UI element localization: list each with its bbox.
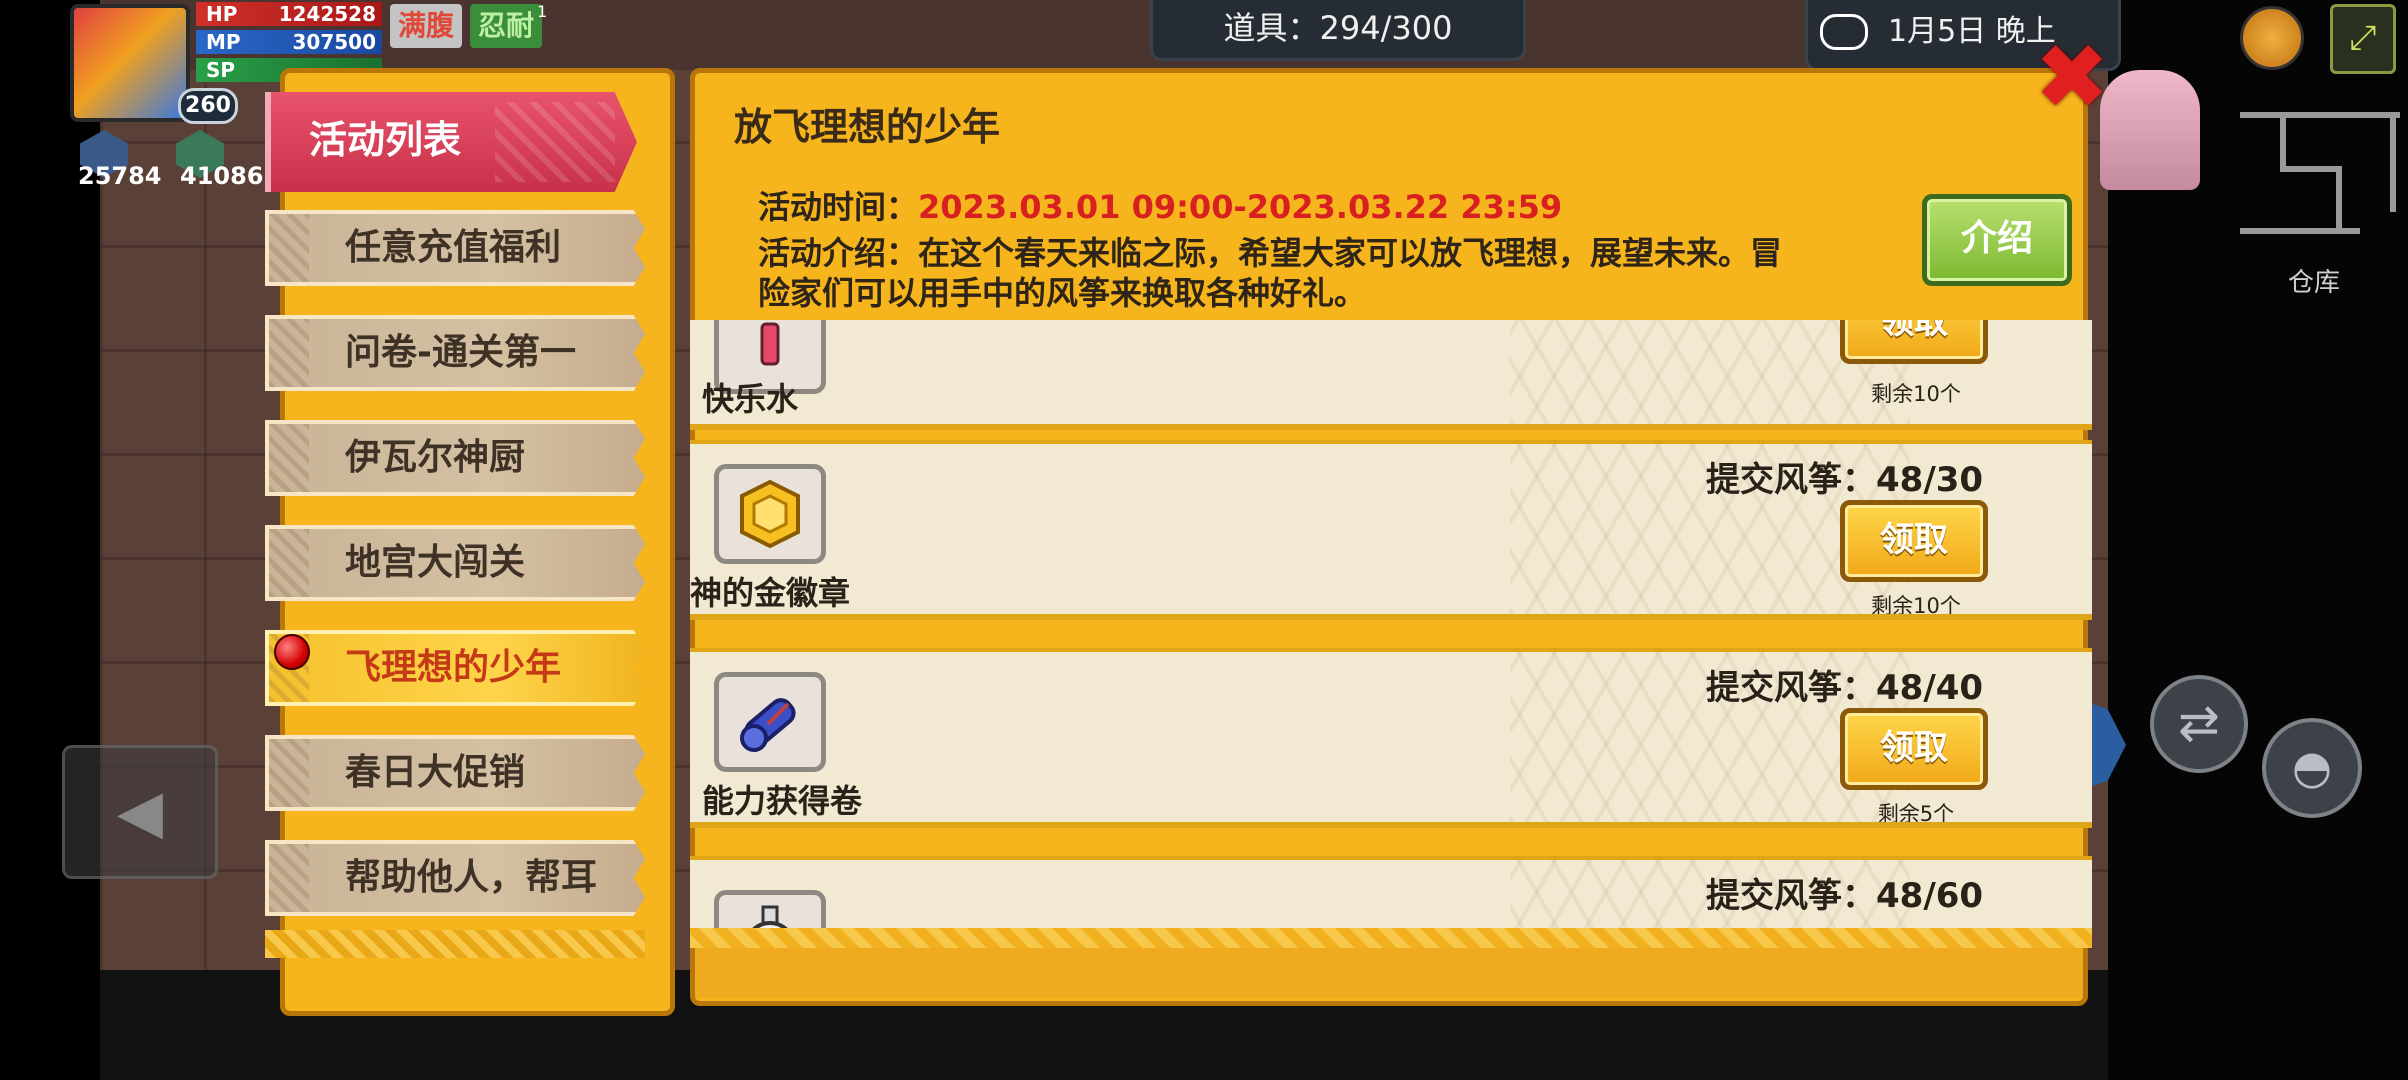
sidebar-item-recharge[interactable]: 任意充值福利 <box>265 210 645 286</box>
status-endure-count: 1 <box>537 2 548 21</box>
green-gem-count: 41086 <box>180 162 264 190</box>
scroll-icon[interactable] <box>714 672 826 772</box>
reward-row: 能力获得卷 提交风筝：48/40 领取 剩余5个 <box>690 648 2092 828</box>
reward-item-name: 快乐水 <box>702 380 799 418</box>
sidebar-item-survey[interactable]: 问卷-通关第一 <box>265 315 645 391</box>
list-bottom-stripe <box>690 928 2092 948</box>
event-time-value: 2023.03.01 09:00-2023.03.22 23:59 <box>918 188 1563 226</box>
flask-icon[interactable] <box>714 890 826 930</box>
remaining-count: 剩余10个 <box>1871 382 1961 406</box>
reward-item-name: 神的金徽章 <box>690 574 851 612</box>
player-avatar[interactable] <box>70 4 190 122</box>
fullscreen-icon[interactable]: ⤢ <box>2330 4 2396 74</box>
player-level-badge: 260 <box>178 88 238 124</box>
hp-bar: HP 1242528 <box>196 2 382 26</box>
sidebar-item-chef[interactable]: 伊瓦尔神厨 <box>265 420 645 496</box>
header-pattern <box>495 102 615 182</box>
gold-badge-icon[interactable] <box>714 464 826 564</box>
reward-row: 提交风筝：48/60 <box>690 856 2092 930</box>
activity-list-title: 活动列表 <box>309 118 462 162</box>
date-text: 1月5日 晚上 <box>1888 14 2056 49</box>
status-full-badge: 满腹 <box>390 4 463 48</box>
warehouse-label[interactable]: 仓库 <box>2288 262 2340 299</box>
reward-row: 神的金徽章 提交风筝：48/30 领取 剩余10个 <box>690 440 2092 620</box>
dpad-left-icon[interactable]: ◀ <box>62 745 218 879</box>
claim-button[interactable]: 领取 <box>1840 320 1988 364</box>
sidebar-item-spring-sale[interactable]: 春日大促销 <box>265 735 645 811</box>
sidebar-item-label: 帮助他人，帮耳 <box>345 857 598 898</box>
globe-icon[interactable] <box>2240 6 2304 70</box>
rain-cloud-icon <box>1820 14 1868 50</box>
event-intro-line2: 险家们可以用手中的风筝来换取各种好礼。 <box>758 274 1367 312</box>
panel-footer <box>695 948 2083 998</box>
kite-submit-progress: 提交风筝：48/60 <box>1706 876 1984 916</box>
kite-submit-progress: 提交风筝：48/40 <box>1706 668 1984 708</box>
swap-icon[interactable]: ⇄ <box>2150 675 2248 773</box>
claim-button[interactable]: 领取 <box>1840 708 1988 790</box>
mp-bar: MP 307500 <box>196 30 382 54</box>
sidebar-item-label: 地宫大闯关 <box>345 542 526 583</box>
kite-submit-progress: 提交风筝：48/30 <box>1706 460 1984 500</box>
mask-icon[interactable]: ◓ <box>2262 718 2362 818</box>
sidebar-item-help-others[interactable]: 帮助他人，帮耳 <box>265 840 645 916</box>
bunny-npc-sprite <box>2100 70 2200 190</box>
items-counter: 道具：294/300 <box>1150 0 1526 61</box>
mp-label: MP <box>206 30 241 54</box>
sp-label: SP <box>206 58 236 82</box>
event-time-line: 活动时间：2023.03.01 09:00-2023.03.22 23:59 <box>758 182 1562 228</box>
notification-dot-icon <box>274 634 310 670</box>
sidebar-item-label: 春日大促销 <box>345 752 526 793</box>
minimap[interactable] <box>2240 100 2400 250</box>
sidebar-bottom-stripe <box>265 930 645 958</box>
remaining-count: 剩余10个 <box>1871 594 1961 618</box>
event-time-label: 活动时间： <box>758 188 919 226</box>
event-title: 放飞理想的少年 <box>734 105 1001 149</box>
hp-value: 1242528 <box>278 2 376 26</box>
status-endure-badge: 忍耐 <box>470 4 543 48</box>
sidebar-item-label: 飞理想的少年 <box>345 647 562 688</box>
activity-list-header: 活动列表 <box>265 92 637 192</box>
reward-row: 快乐水 领取 剩余10个 <box>690 320 2092 430</box>
hp-label: HP <box>206 2 238 26</box>
reward-item-name: 能力获得卷 <box>702 782 863 820</box>
sidebar-item-dungeon[interactable]: 地宫大闯关 <box>265 525 645 601</box>
claim-button[interactable]: 领取 <box>1840 500 1988 582</box>
remaining-count: 剩余5个 <box>1877 802 1955 826</box>
close-icon[interactable]: ✖ <box>2032 33 2112 123</box>
sidebar-item-label: 问卷-通关第一 <box>345 332 576 373</box>
sidebar-item-label: 任意充值福利 <box>345 227 562 268</box>
intro-button[interactable]: 介绍 <box>1922 194 2072 286</box>
sidebar-item-label: 伊瓦尔神厨 <box>345 437 526 478</box>
mp-value: 307500 <box>292 30 377 54</box>
reward-list[interactable]: 快乐水 领取 剩余10个 神的金徽章 提交风筝：48/30 领取 剩余10个 能… <box>690 320 2092 930</box>
sidebar-item-kite-event[interactable]: 飞理想的少年 <box>265 630 645 706</box>
blue-gem-count: 25784 <box>78 162 162 190</box>
